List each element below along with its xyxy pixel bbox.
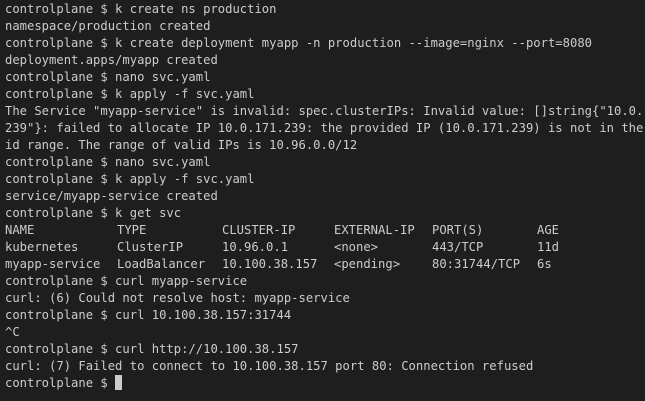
terminal-line: controlplane $ k apply -f svc.yaml	[5, 172, 255, 186]
table-header-cell: EXTERNAL-IP	[334, 223, 415, 237]
terminal-line: curl: (7) Failed to connect to 10.100.38…	[5, 359, 534, 373]
terminal-line: controlplane $ k get svc	[5, 206, 182, 220]
terminal-line: service/myapp-service created	[5, 189, 218, 203]
table-row: kubernetes ClusterIP 10.96.0.1 <none> 44…	[5, 239, 645, 256]
terminal-line: controlplane $ curl myapp-service	[5, 274, 248, 288]
table-cell: <none>	[334, 240, 379, 254]
terminal-line: controlplane $ k create ns production	[5, 2, 277, 16]
terminal-line: controlplane $ k apply -f svc.yaml	[5, 87, 255, 101]
table-cell: 80:31744/TCP	[432, 257, 521, 271]
table-cell: 10.100.38.157	[222, 257, 318, 271]
table-cell: kubernetes	[5, 240, 79, 254]
terminal-line: deployment.apps/myapp created	[5, 53, 218, 67]
terminal-line: controlplane $ nano svc.yaml	[5, 155, 211, 169]
prompt: controlplane $	[5, 376, 116, 390]
table-cell: ClusterIP	[117, 240, 184, 254]
table-cell: 443/TCP	[432, 240, 484, 254]
terminal-line: controlplane $ curl http://10.100.38.157	[5, 342, 299, 356]
table-cell: 10.96.0.1	[222, 240, 289, 254]
table-cell: <pending>	[334, 257, 401, 271]
table-cell: myapp-service	[5, 257, 101, 271]
terminal-input-line[interactable]: controlplane $	[5, 375, 645, 392]
table-header-cell: AGE	[537, 223, 560, 237]
terminal-line: ^C	[5, 325, 20, 339]
terminal-line: The Service "myapp-service" is invalid: …	[5, 104, 645, 118]
terminal-line: namespace/production created	[5, 19, 211, 33]
table-header-cell: PORT(S)	[432, 223, 484, 237]
terminal-line: controlplane $ curl 10.100.38.157:31744	[5, 308, 292, 322]
table-cell: 6s	[537, 257, 552, 271]
terminal-line: id range. The range of valid IPs is 10.9…	[5, 138, 358, 152]
terminal-line: curl: (6) Could not resolve host: myapp-…	[5, 291, 350, 305]
terminal-line: 239"}: failed to allocate IP 10.0.171.23…	[5, 121, 645, 135]
svc-table-header: NAME TYPE CLUSTER-IP EXTERNAL-IP PORT(S)…	[5, 222, 645, 239]
terminal-line: controlplane $ nano svc.yaml	[5, 70, 211, 84]
table-cell: LoadBalancer	[117, 257, 206, 271]
text-cursor	[115, 375, 123, 390]
table-header-cell: CLUSTER-IP	[222, 223, 296, 237]
table-cell: 11d	[537, 240, 560, 254]
table-header-cell: TYPE	[117, 223, 147, 237]
terminal-window[interactable]: controlplane $ k create ns production na…	[0, 0, 645, 401]
terminal-line: controlplane $ k create deployment myapp…	[5, 36, 592, 50]
table-header-cell: NAME	[5, 223, 35, 237]
table-row: myapp-service LoadBalancer 10.100.38.157…	[5, 256, 645, 273]
